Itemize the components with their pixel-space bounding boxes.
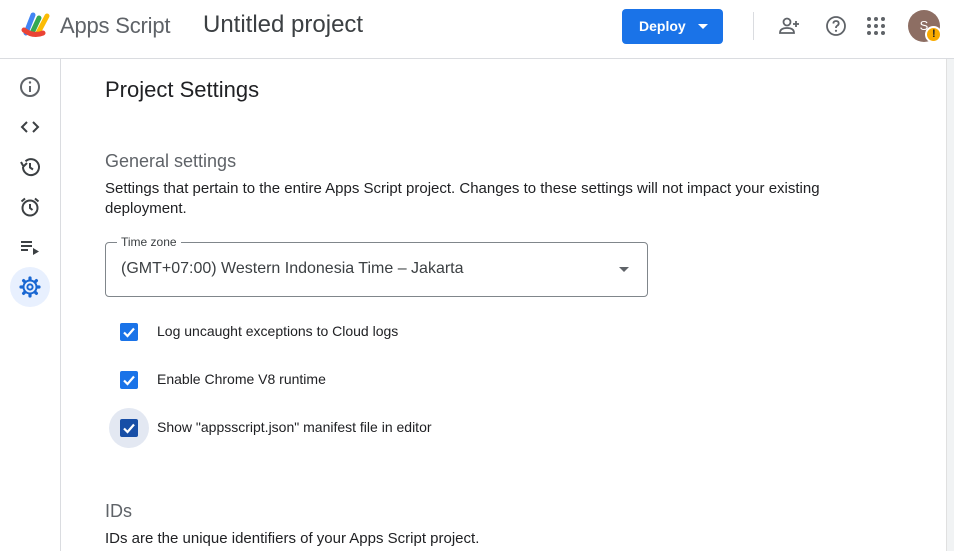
gear-icon xyxy=(19,276,41,298)
checkbox-label: Enable Chrome V8 runtime xyxy=(157,371,326,387)
sidebar-item-history[interactable] xyxy=(10,147,50,187)
sidebar-item-editor[interactable] xyxy=(10,107,50,147)
checkmark-icon xyxy=(123,327,135,338)
checkbox-label: Log uncaught exceptions to Cloud logs xyxy=(157,323,399,339)
checkmark-icon xyxy=(123,375,135,386)
deploy-button[interactable]: Deploy xyxy=(622,9,723,44)
timezone-label: Time zone xyxy=(117,235,181,249)
checkbox-label: Show "appsscript.json" manifest file in … xyxy=(157,419,432,435)
apps-grid-icon[interactable] xyxy=(864,14,888,38)
checkmark-icon xyxy=(123,423,135,434)
timezone-value: (GMT+07:00) Western Indonesia Time – Jak… xyxy=(121,260,464,277)
timezone-select[interactable]: Time zone (GMT+07:00) Western Indonesia … xyxy=(105,235,648,297)
header-divider xyxy=(753,12,754,40)
caret-down-icon xyxy=(698,24,708,29)
checkbox-row-manifest[interactable]: Show "appsscript.json" manifest file in … xyxy=(109,408,529,448)
warning-badge-icon: ! xyxy=(925,26,942,43)
info-icon xyxy=(20,77,40,97)
top-bar: Apps Script Untitled project Deploy S ! xyxy=(0,0,954,59)
ids-heading: IDs xyxy=(105,501,132,521)
sidebar-item-settings[interactable] xyxy=(10,267,50,307)
page-title: Project Settings xyxy=(105,77,260,102)
settings-panel: Project Settings General settings Settin… xyxy=(62,59,946,551)
checkbox-cloud-logs[interactable] xyxy=(120,323,138,341)
general-settings-heading: General settings xyxy=(105,151,237,171)
left-nav xyxy=(0,59,61,551)
app-name: Apps Script xyxy=(60,13,171,38)
project-title[interactable]: Untitled project xyxy=(203,11,363,39)
vertical-scrollbar[interactable] xyxy=(946,59,954,551)
code-icon xyxy=(20,121,40,133)
checkbox-row-cloud-logs[interactable]: Log uncaught exceptions to Cloud logs xyxy=(109,312,529,352)
checkbox-row-v8-runtime[interactable]: Enable Chrome V8 runtime xyxy=(109,360,529,400)
warning-badge-text: ! xyxy=(932,28,936,40)
apps-script-logo[interactable] xyxy=(21,11,55,39)
deploy-label: Deploy xyxy=(639,18,686,34)
help-icon[interactable] xyxy=(824,14,848,38)
dropdown-arrow-icon xyxy=(619,267,629,272)
general-settings-description: Settings that pertain to the entire Apps… xyxy=(105,180,820,217)
history-icon xyxy=(20,158,40,177)
alarm-icon xyxy=(20,197,40,217)
checkbox-show-manifest[interactable] xyxy=(120,419,138,437)
sidebar-item-executions[interactable] xyxy=(10,227,50,267)
sidebar-item-overview[interactable] xyxy=(10,67,50,107)
ids-description: IDs are the unique identifiers of your A… xyxy=(105,530,480,547)
sidebar-item-triggers[interactable] xyxy=(10,187,50,227)
executions-list-icon xyxy=(21,241,39,255)
add-person-icon[interactable] xyxy=(777,14,801,38)
checkbox-v8-runtime[interactable] xyxy=(120,371,138,389)
